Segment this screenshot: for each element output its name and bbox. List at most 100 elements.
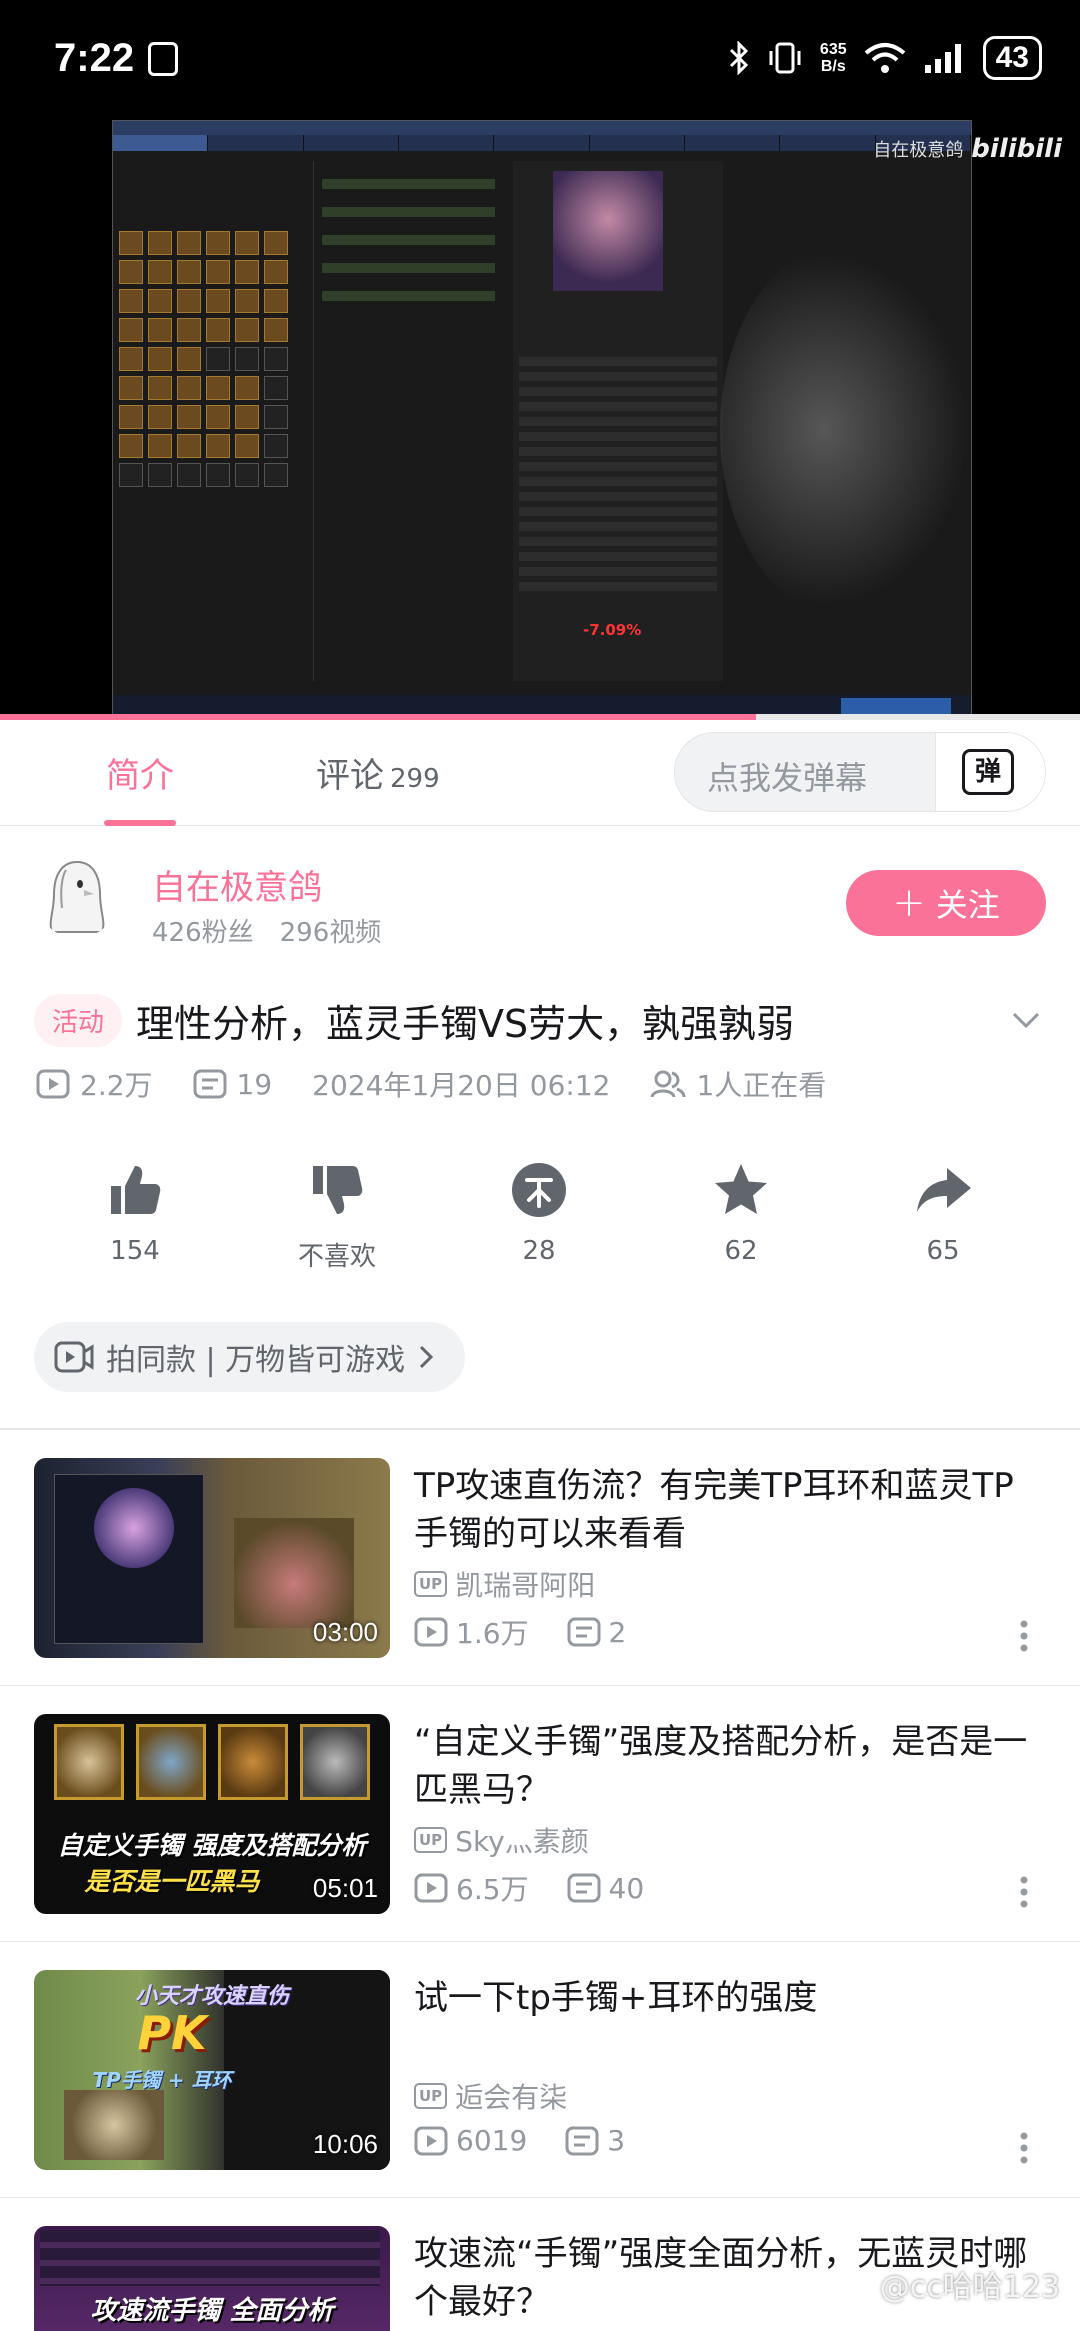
share-arrow-icon (917, 1168, 971, 1212)
danmaku-icon: 弹 (962, 749, 1014, 795)
uploader-video-count: 296视频 (279, 918, 382, 948)
danmaku-count: 19 (236, 1067, 273, 1101)
danmaku-count-icon (567, 1873, 601, 1903)
game-stats-panel: -7.09% (513, 161, 723, 681)
like-button[interactable]: 154 (34, 1160, 236, 1280)
watching-icon (650, 1070, 686, 1098)
network-speed: 635 B/s (820, 41, 847, 75)
video-player[interactable]: -7.09% 自在极意鸽 bilibili (0, 120, 1080, 718)
penguin-avatar-icon (49, 860, 105, 933)
recommended-video-title: “自定义手镯”强度及搭配分析，是否是一匹黑马？ (414, 1722, 1028, 1810)
tab-comments[interactable]: 评论 299 (316, 748, 440, 797)
wifi-icon (864, 43, 905, 73)
signal-icon (924, 44, 961, 73)
share-button[interactable]: 65 (842, 1160, 1044, 1280)
image-watermark: @cc哈哈123 (879, 2270, 1060, 2305)
video-title: 理性分析，蓝灵手镯VS劳大，孰强孰弱 (136, 1001, 795, 1046)
bilibili-logo: bilibili (971, 134, 1062, 164)
recommended-video-stats: 1.6万 2 (414, 1612, 626, 1652)
view-count: 6.5万 (456, 1873, 529, 1906)
recommended-video-stats: 6.5万 40 (414, 1868, 644, 1908)
uploader-card: 自在极意鸽 426粉丝 296视频 + 关注 (0, 830, 1080, 960)
action-bar: 154 不喜欢 28 62 65 (0, 1160, 1080, 1280)
game-item-list-panel (313, 161, 503, 681)
video-thumbnail[interactable]: 小天才攻速直伤 PK TP手镯 + 耳环 10:06 (34, 1970, 390, 2170)
game-calc-button (841, 698, 951, 714)
uploader-stats: 426粉丝 296视频 (152, 912, 381, 949)
chevron-down-icon[interactable] (1008, 1002, 1044, 1038)
danmaku-toggle-button[interactable]: 弹 (935, 733, 1045, 811)
play-count-icon (36, 1069, 70, 1099)
recommended-video-author[interactable]: UP Sky灬素颜 (414, 1820, 589, 1860)
video-thumbnail[interactable]: 03:00 (34, 1458, 390, 1658)
status-icons: 635 B/s 43 (728, 36, 1042, 80)
dislike-button[interactable]: 不喜欢 (236, 1160, 438, 1280)
more-options-icon[interactable] (1014, 1872, 1034, 1912)
video-watermark-author: 自在极意鸽 (873, 140, 964, 161)
follow-button[interactable]: + 关注 (846, 870, 1046, 936)
uploader-name[interactable]: 自在极意鸽 (152, 860, 322, 909)
uploader-fans: 426粉丝 (152, 918, 254, 948)
danmaku-placeholder: 点我发弹幕 (707, 759, 868, 797)
danmaku-count-icon (193, 1069, 227, 1099)
danmaku-count-icon (567, 1617, 601, 1647)
tab-comments-label: 评论 (316, 756, 384, 796)
network-speed-unit: B/s (820, 58, 846, 75)
same-style-button[interactable]: 拍同款 | 万物皆可游戏 (34, 1322, 466, 1392)
share-count: 65 (926, 1236, 960, 1266)
view-count: 2.2万 (80, 1069, 153, 1102)
video-watermark: 自在极意鸽 bilibili (873, 134, 1062, 164)
follow-label: 关注 (935, 886, 1000, 924)
recommended-video-item[interactable]: 03:00 TP攻速直伤流？有完美TP耳环和蓝灵TP手镯的可以来看看 UP 凯瑞哥… (0, 1430, 1080, 1686)
bluetooth-icon (729, 41, 749, 75)
recommended-video-item[interactable]: 自定义手镯 强度及搭配分析 是否是一匹黑马 05:01 “自定义手镯”强度及搭配… (0, 1686, 1080, 1942)
up-badge-icon: UP (414, 1571, 448, 1597)
recommended-video-author[interactable]: UP 逅会有柒 (414, 2076, 567, 2116)
video-meta-row: 2.2万 19 2024年1月20日 06:12 1人正在看 (36, 1064, 826, 1104)
status-bar: 7:22 635 B/s 43 (0, 0, 1080, 120)
publish-date: 2024年1月20日 06:12 (312, 1069, 611, 1102)
video-thumbnail[interactable]: 自定义手镯 强度及搭配分析 是否是一匹黑马 05:01 (34, 1714, 390, 1914)
danmaku-count: 3 (607, 2124, 626, 2157)
thumbnail-caption-line2: 是否是一匹黑马 (84, 1867, 260, 1896)
nfc-icon (148, 42, 178, 76)
favorite-count: 62 (724, 1236, 758, 1266)
battery-indicator: 43 (982, 36, 1042, 80)
game-window-tabs (113, 135, 971, 151)
game-inventory-panel (119, 161, 309, 681)
video-thumbnail[interactable]: 攻速流手镯 全面分析 (34, 2226, 390, 2331)
thumbnail-caption-line3: TP手镯 + 耳环 (92, 2068, 232, 2092)
recommended-video-author[interactable]: UP 凯瑞哥阿阳 (414, 1564, 595, 1604)
play-count-icon (414, 2126, 448, 2155)
video-overlay-wisp (720, 240, 980, 620)
play-count-icon (414, 1873, 448, 1903)
favorite-button[interactable]: 62 (640, 1160, 842, 1280)
coin-button[interactable]: 28 (438, 1160, 640, 1280)
video-duration: 03:00 (312, 1617, 378, 1647)
video-title-row[interactable]: 活动 理性分析，蓝灵手镯VS劳大，孰强孰弱 (34, 990, 1044, 1050)
tab-intro[interactable]: 简介 (106, 748, 174, 797)
more-options-icon[interactable] (1014, 2128, 1034, 2168)
author-name: 凯瑞哥阿阳 (455, 1569, 596, 1602)
recommended-video-item[interactable]: 小天才攻速直伤 PK TP手镯 + 耳环 10:06 试一下tp手镯+耳环的强度… (0, 1942, 1080, 2198)
recommended-video-stats: 6019 3 (414, 2124, 625, 2157)
like-count: 154 (110, 1236, 160, 1266)
play-count-icon (414, 1617, 448, 1647)
more-options-icon[interactable] (1014, 1616, 1034, 1656)
thumbnail-caption-line1: 自定义手镯 强度及搭配分析 (57, 1831, 367, 1860)
danmaku-input[interactable]: 点我发弹幕 弹 (674, 732, 1046, 812)
up-badge-icon: UP (414, 1827, 448, 1853)
watching-count: 1人正在看 (696, 1069, 827, 1102)
uploader-avatar[interactable] (36, 856, 118, 938)
author-name: 逅会有柒 (455, 2081, 568, 2114)
video-camera-icon (54, 1341, 94, 1373)
recommended-video-title: 试一下tp手镯+耳环的强度 (414, 1978, 818, 2018)
up-badge-icon: UP (414, 2083, 448, 2109)
vibrate-icon (769, 42, 801, 74)
thumbnail-caption-line1: 攻速流手镯 全面分析 (90, 2296, 334, 2326)
activity-badge: 活动 (34, 993, 123, 1047)
author-name: Sky灬素颜 (455, 1825, 589, 1858)
character-portrait (553, 171, 663, 291)
danmaku-count: 40 (608, 1871, 645, 1905)
dislike-label: 不喜欢 (297, 1242, 376, 1272)
